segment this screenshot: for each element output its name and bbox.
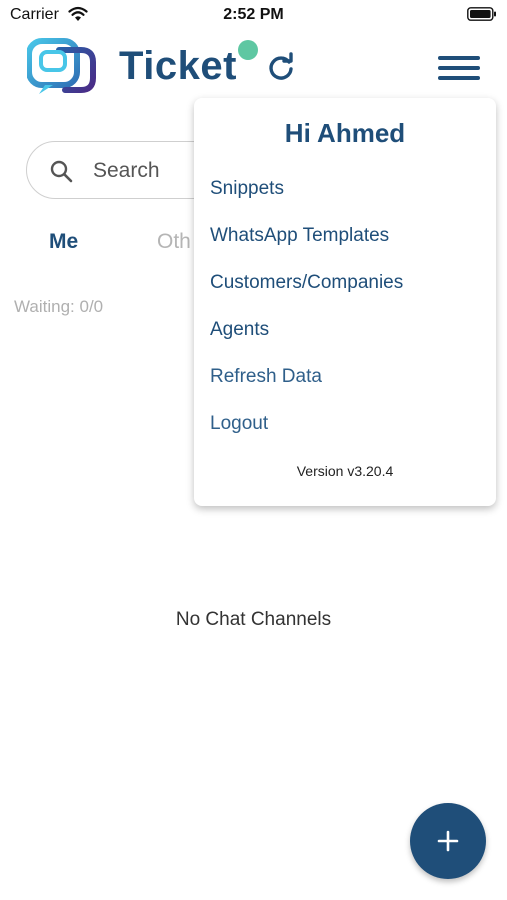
status-bar: Carrier 2:52 PM — [0, 0, 507, 30]
menu-item-snippets[interactable]: Snippets — [210, 178, 284, 200]
online-status-dot — [238, 40, 258, 60]
hamburger-line — [438, 76, 480, 80]
user-greeting: Hi Ahmed — [284, 118, 406, 148]
status-time: 2:52 PM — [223, 6, 284, 23]
menu-item-customers-companies[interactable]: Customers/Companies — [210, 272, 403, 294]
hamburger-line — [438, 56, 480, 60]
plus-icon — [437, 830, 459, 852]
empty-state-message: No Chat Channels — [175, 609, 332, 630]
user-menu-dropdown: Hi Ahmed Snippets WhatsApp Templates Cus… — [194, 98, 496, 506]
menu-item-logout[interactable]: Logout — [210, 413, 268, 435]
tab-others[interactable]: Oth — [157, 230, 191, 254]
app-logo-icon — [27, 38, 96, 94]
menu-item-whatsapp-templates[interactable]: WhatsApp Templates — [210, 225, 389, 247]
waiting-count: Waiting: 0/0 — [14, 297, 104, 316]
search-icon — [50, 160, 73, 183]
app-version: Version v3.20.4 — [296, 463, 394, 479]
tab-me[interactable]: Me — [49, 230, 78, 254]
refresh-icon[interactable] — [266, 52, 296, 82]
menu-item-refresh-data[interactable]: Refresh Data — [210, 366, 322, 388]
hamburger-line — [438, 66, 480, 70]
menu-item-agents[interactable]: Agents — [210, 319, 269, 341]
new-chat-button[interactable] — [410, 803, 486, 879]
battery-icon — [467, 7, 496, 21]
hamburger-menu-button[interactable] — [436, 50, 482, 86]
brand-title: Ticket — [119, 44, 237, 88]
